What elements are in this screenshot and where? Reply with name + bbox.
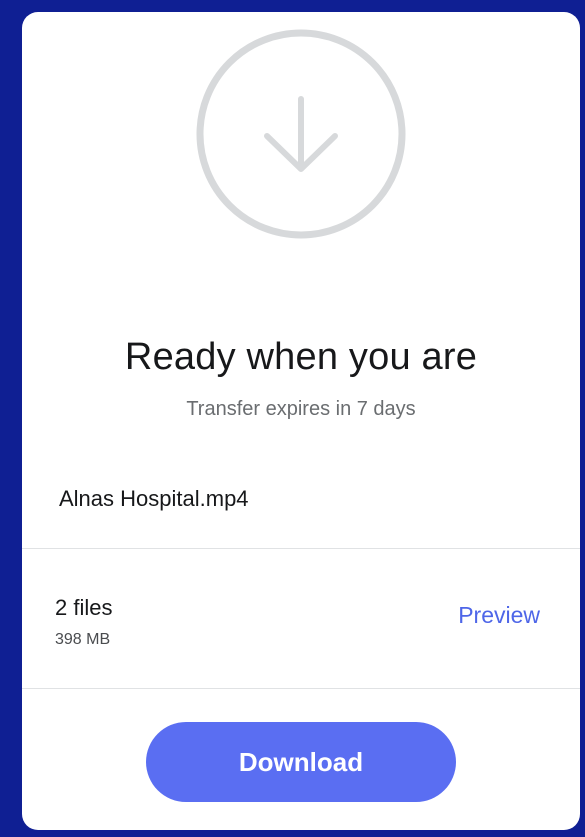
page-title: Ready when you are	[124, 336, 478, 378]
file-name: Alnas Hospital.mp4	[59, 486, 249, 511]
files-count: 2 files	[55, 595, 113, 620]
window-frame: Ready when you are Transfer expires in 7…	[0, 0, 585, 837]
divider	[22, 688, 580, 689]
download-button[interactable]: Download	[146, 722, 456, 802]
divider	[22, 548, 580, 549]
transfer-card: Ready when you are Transfer expires in 7…	[22, 12, 580, 830]
download-arrow-icon	[193, 26, 409, 242]
expiry-text: Transfer expires in 7 days	[186, 398, 416, 420]
preview-link[interactable]: Preview	[458, 602, 540, 629]
files-size: 398 MB	[55, 631, 111, 648]
